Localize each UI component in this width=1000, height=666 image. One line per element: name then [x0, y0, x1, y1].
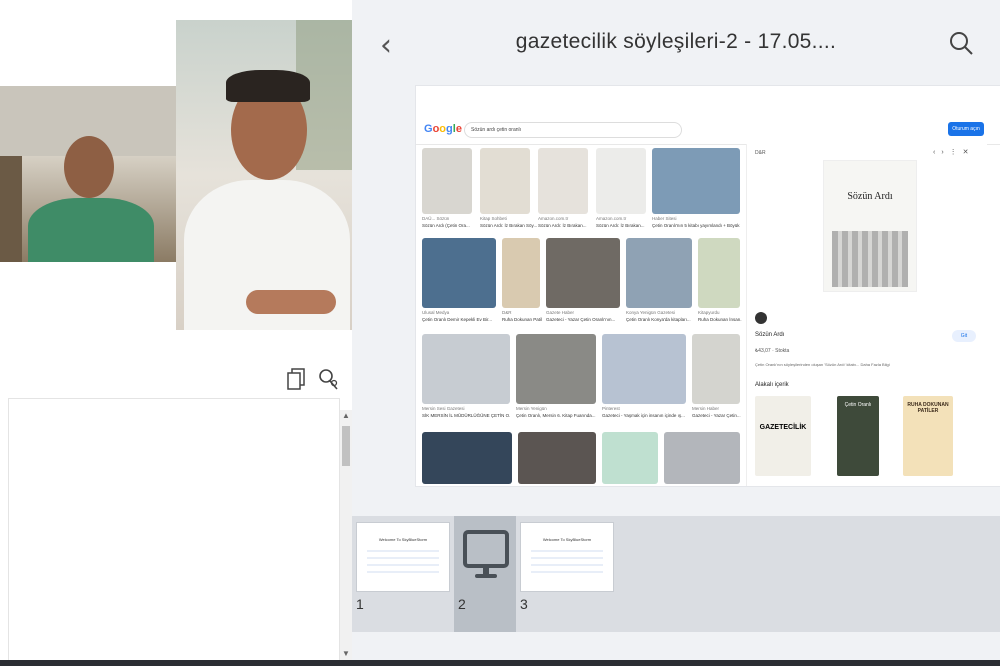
result-source: DAÜ... Sözün: [422, 216, 450, 221]
monitor-icon: [463, 530, 509, 589]
result-image[interactable]: [480, 148, 530, 214]
result-caption[interactable]: SİK MERSİN İL MÜDÜRLÜĞÜNE ÇETİN O...: [422, 413, 510, 418]
search-icon[interactable]: [948, 30, 974, 61]
result-caption[interactable]: Çetin Oranlı, Mersin 6. Kitap Fuarında..…: [516, 413, 596, 418]
copy-icon[interactable]: [284, 366, 308, 392]
panel-site: D&R: [755, 150, 766, 156]
slide-number: 2: [458, 596, 466, 612]
result-image[interactable]: [602, 432, 658, 484]
result-source: D&R: [502, 310, 512, 315]
result-source: Mersin Yenigün: [516, 406, 547, 411]
slide-thumb-selected[interactable]: 2: [454, 516, 516, 632]
result-source: Kitap Sohbeti: [480, 216, 507, 221]
slide-title: Welcome To SkyBlueStorm: [378, 537, 428, 542]
panel-price: ₺43,07 · Stokta: [755, 348, 790, 354]
result-image[interactable]: [422, 432, 512, 484]
shared-screen: Google Sözün ardı çetin oranlı Oturum aç…: [416, 86, 1000, 486]
result-caption[interactable]: Ruha Dokunan İnsan...: [698, 317, 742, 322]
result-image[interactable]: [516, 334, 596, 404]
visit-button[interactable]: Git: [952, 330, 976, 342]
participant-video-2[interactable]: [176, 20, 352, 330]
notes-scrollbar[interactable]: ▲ ▼: [340, 410, 352, 660]
signin-button[interactable]: Oturum açın: [948, 122, 984, 136]
result-caption[interactable]: Sözün Ardı: İz Bırakan...: [596, 223, 658, 228]
book-cover[interactable]: Sözün Ardı: [823, 160, 917, 292]
slide-number: 1: [356, 596, 364, 612]
related-book-title: Çetin Oranlı: [844, 402, 872, 408]
result-image[interactable]: [502, 238, 540, 308]
taskbar-edge: [0, 660, 1000, 666]
presentation-title: gazetecilik söyleşileri-2 - 17.05....: [515, 30, 837, 53]
result-caption[interactable]: Çetin Oranlı Demir Kepekli Ev Bir...: [422, 317, 496, 322]
result-source: Pinterest: [602, 406, 620, 411]
image-detail-panel: D&R ‹›⋮✕ Sözün Ardı Sözün Ardı Git ₺43,0…: [746, 144, 987, 486]
result-image[interactable]: [422, 334, 510, 404]
slide-thumb[interactable]: Welcome To SkyBlueStorm: [356, 522, 450, 592]
slide-number: 3: [520, 596, 528, 612]
related-book-title: GAZETECİLİK: [759, 424, 807, 431]
result-caption[interactable]: Ruha Dokunan Patil...: [502, 317, 542, 322]
result-source: Amazon.com.tr: [596, 216, 627, 221]
panel-description: Çetin Oranlı'nın söyleşilerinden oluşan …: [755, 362, 890, 367]
result-caption[interactable]: Sözün Ardı: İz Bırakan Söy...: [480, 223, 542, 228]
related-heading: Alakalı içerik: [755, 382, 789, 388]
related-book[interactable]: RUHA DOKUNAN PATİLER: [903, 396, 953, 476]
search-people-icon[interactable]: [316, 366, 340, 392]
panel-title: Sözün Ardı: [755, 332, 785, 338]
result-source: Konya Yenigün Gazetesi: [626, 310, 676, 315]
notes-area[interactable]: [8, 398, 340, 662]
result-image[interactable]: [518, 432, 596, 484]
result-image[interactable]: [692, 334, 740, 404]
result-source: Haber Sitesi: [652, 216, 677, 221]
result-caption[interactable]: Çetin Oranlı Konya'da kitapları...: [626, 317, 692, 322]
scroll-down-icon[interactable]: ▼: [340, 648, 352, 660]
result-image[interactable]: [422, 148, 472, 214]
slide-title: Welcome To SkyBlueStorm: [542, 537, 592, 542]
google-bar: Google Sözün ardı çetin oranlı Oturum aç…: [416, 118, 1000, 145]
participant-video-1[interactable]: [0, 86, 176, 262]
result-image[interactable]: [652, 148, 740, 214]
result-image[interactable]: [664, 432, 740, 484]
scroll-up-icon[interactable]: ▲: [340, 410, 352, 422]
google-search-input[interactable]: Sözün ardı çetin oranlı: [464, 122, 682, 138]
slide-strip: 2 Welcome To SkyBlueStorm 1 Welcome To S…: [352, 516, 1000, 632]
result-source: Ulusal Medya: [422, 310, 450, 315]
result-caption[interactable]: Gazeteci - Yaşmak için insanın içinde ış…: [602, 413, 686, 418]
left-pane: ▲ ▼: [0, 0, 352, 666]
result-source: Gazete Haber: [546, 310, 575, 315]
result-image[interactable]: [602, 334, 686, 404]
google-logo: Google: [424, 123, 462, 135]
scroll-thumb[interactable]: [342, 426, 350, 466]
result-image[interactable]: [538, 148, 588, 214]
result-source: Mersin Sesi Gazetesi: [422, 406, 465, 411]
presentation-pane: ‹ gazetecilik söyleşileri-2 - 17.05.... …: [352, 0, 1000, 666]
result-caption[interactable]: Çetin Oranlı'nın 5 kitabı yayımlandı + B…: [652, 223, 740, 228]
result-source: Amazon.com.tr: [538, 216, 569, 221]
viewer-header: ‹ gazetecilik söyleşileri-2 - 17.05....: [352, 0, 1000, 86]
related-book-title: RUHA DOKUNAN PATİLER: [907, 402, 949, 414]
cover-title: Sözün Ardı: [847, 191, 893, 202]
result-image[interactable]: [422, 238, 496, 308]
result-caption[interactable]: Sözün Ardı (Çetin Ora...: [422, 223, 484, 228]
result-caption[interactable]: Gazeteci - Yazar Çetin Oranlı'nın...: [546, 317, 620, 322]
result-source: Kitapyurdu: [698, 310, 720, 315]
result-image[interactable]: [546, 238, 620, 308]
panel-controls[interactable]: ‹›⋮✕: [933, 148, 975, 156]
result-caption[interactable]: Sözün Ardı: İz Bırakan...: [538, 223, 600, 228]
result-image[interactable]: [698, 238, 740, 308]
result-image[interactable]: [626, 238, 692, 308]
result-image[interactable]: [596, 148, 646, 214]
result-source: Mersin Haber: [692, 406, 720, 411]
related-book[interactable]: Çetin Oranlı: [837, 396, 879, 476]
lens-icon[interactable]: [755, 312, 767, 324]
slide-thumb[interactable]: Welcome To SkyBlueStorm: [520, 522, 614, 592]
result-caption[interactable]: Gazeteci - Yazar Çetin...: [692, 413, 742, 418]
related-book[interactable]: GAZETECİLİK: [755, 396, 811, 476]
